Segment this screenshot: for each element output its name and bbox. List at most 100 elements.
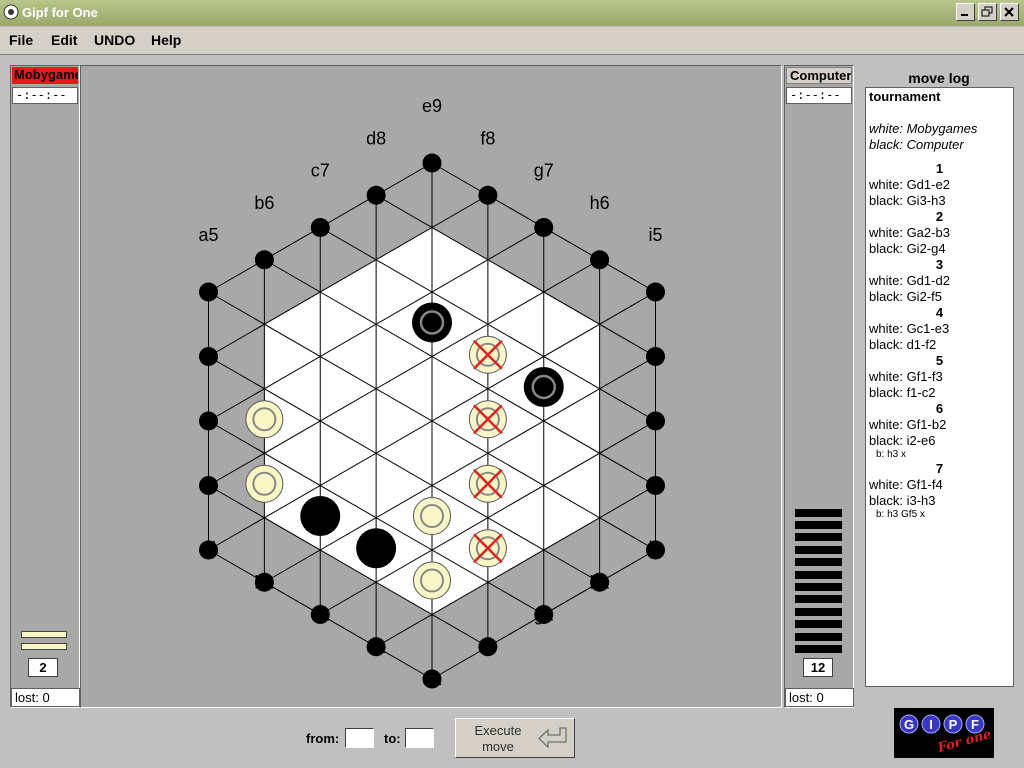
from-input[interactable] xyxy=(345,728,374,748)
white-piece xyxy=(413,497,451,535)
black-piece xyxy=(412,302,452,343)
execute-move-button[interactable]: Execute move xyxy=(455,718,575,758)
title-bar: Gipf for One xyxy=(0,0,1024,26)
execute-move-label: Execute move xyxy=(474,723,522,754)
move-number: 7 xyxy=(935,461,944,476)
coord-label-top: h6 xyxy=(590,193,610,213)
right-reserve-piece xyxy=(795,545,842,554)
movelog-panel: tournament white: Mobygames black: Compu… xyxy=(865,87,1014,687)
edge-dot xyxy=(646,476,665,495)
coord-label-bottom: d1 xyxy=(366,637,386,657)
left-reserve-piece xyxy=(21,631,67,638)
menu-file[interactable]: File xyxy=(9,32,33,48)
move-black: black: i3-h3 xyxy=(869,493,936,508)
coord-label-bottom: e1 xyxy=(422,669,442,689)
move-number: 1 xyxy=(935,161,944,176)
move-white: white: Gc1-e3 xyxy=(869,321,950,336)
coord-label-bottom: b1 xyxy=(254,572,274,592)
right-reserve-piece xyxy=(795,645,842,653)
move-black: black: Gi2-g4 xyxy=(869,241,946,256)
coord-label-top: c7 xyxy=(311,161,330,181)
left-player-name: Mobygames xyxy=(12,67,78,84)
edge-dot xyxy=(199,347,218,366)
edge-dot xyxy=(366,185,386,205)
coord-label-bottom: i1 xyxy=(648,538,662,558)
move-number: 4 xyxy=(935,305,944,320)
left-lost-count: lost: 0 xyxy=(11,688,80,707)
white-piece xyxy=(413,561,451,600)
edge-dot xyxy=(534,218,554,237)
black-piece xyxy=(523,367,564,407)
app-icon xyxy=(3,4,19,20)
right-reserve-piece xyxy=(795,570,842,579)
menu-bar: File Edit UNDO Help xyxy=(0,27,1024,55)
coord-label-top: d8 xyxy=(366,128,386,148)
coord-label-bottom: f1 xyxy=(480,637,495,657)
left-reserve-piece xyxy=(21,643,67,650)
move-black: black: f1-c2 xyxy=(869,385,936,400)
gipf-logo-image: GIPF For one xyxy=(894,708,994,758)
game-board[interactable]: a5 b6 c7 d8 e9 f8 g7 h6 i5 a1 b1 c1 d1 e1 f1 g1 h1 i1 xyxy=(80,65,782,708)
coord-label-top: f8 xyxy=(480,128,495,148)
movelog-list: 1 white: Gd1-e2 black: Gi3-h3 2 white: Ga2-b… xyxy=(866,161,1013,521)
move-capture-note: b: h3 x xyxy=(876,449,907,460)
left-player-timer: -:--:-- xyxy=(12,87,78,104)
menu-edit[interactable]: Edit xyxy=(51,32,77,48)
close-button[interactable] xyxy=(1000,3,1019,21)
edge-dot xyxy=(310,218,330,237)
movelog-black-player: black: Computer xyxy=(869,137,964,152)
move-white: white: Gf1-f4 xyxy=(869,477,943,492)
move-black: black: i2-e6 xyxy=(869,433,936,448)
right-reserve-count: 12 xyxy=(803,658,833,677)
edge-dot xyxy=(199,282,218,302)
restore-button[interactable] xyxy=(978,3,997,21)
move-white: white: Gd1-e2 xyxy=(869,177,950,192)
black-piece xyxy=(356,528,397,569)
right-reserve-piece xyxy=(795,620,842,629)
to-input[interactable] xyxy=(405,728,434,748)
right-reserve-piece xyxy=(795,521,842,529)
coord-label-top: b6 xyxy=(254,193,274,213)
move-white: white: Gd1-d2 xyxy=(869,273,950,288)
minimize-button[interactable] xyxy=(956,3,975,21)
coord-label-top: e9 xyxy=(422,96,442,116)
left-player-panel xyxy=(10,65,80,708)
coord-label-bottom: c1 xyxy=(311,605,330,625)
move-white: white: Ga2-b3 xyxy=(869,225,950,240)
right-player-timer: -:--:-- xyxy=(786,87,852,104)
edge-dot xyxy=(646,411,665,431)
to-label: to: xyxy=(384,731,401,746)
enter-arrow-icon xyxy=(538,727,567,749)
coord-label-top: i5 xyxy=(648,225,662,245)
left-reserve-count: 2 xyxy=(28,658,58,677)
board-canvas[interactable]: a5 b6 c7 d8 e9 f8 g7 h6 i5 a1 b1 c1 d1 e1 f1 g1 h1 i1 xyxy=(81,66,783,709)
coord-label-bottom: h1 xyxy=(590,572,610,592)
movelog-header: tournament xyxy=(869,89,941,104)
gipf-logo: GIPF For one xyxy=(894,708,994,758)
move-number: 6 xyxy=(935,401,944,416)
menu-undo[interactable]: UNDO xyxy=(94,32,135,48)
right-lost-count: lost: 0 xyxy=(785,688,854,707)
coord-label-bottom: a1 xyxy=(198,538,218,558)
move-black: black: d1-f2 xyxy=(869,337,937,352)
move-white: white: Gf1-f3 xyxy=(869,369,943,384)
edge-dot xyxy=(478,185,498,205)
right-reserve-piece xyxy=(795,607,842,616)
edge-dot xyxy=(254,250,274,270)
move-number: 5 xyxy=(935,353,944,368)
logo-letter: I xyxy=(929,717,933,732)
coord-label-top: a5 xyxy=(198,225,218,245)
move-number: 3 xyxy=(935,257,944,272)
edge-dot xyxy=(422,153,442,173)
logo-letter: G xyxy=(904,717,914,732)
move-number: 2 xyxy=(935,209,944,224)
edge-dot xyxy=(646,282,665,302)
menu-help[interactable]: Help xyxy=(151,32,181,48)
white-piece xyxy=(245,464,284,503)
logo-letter: P xyxy=(949,717,958,732)
right-reserve-piece xyxy=(795,632,842,641)
minimize-icon xyxy=(961,14,968,16)
right-reserve-piece xyxy=(795,533,842,542)
right-reserve-piece xyxy=(795,595,842,604)
right-reserve-piece xyxy=(795,508,842,517)
